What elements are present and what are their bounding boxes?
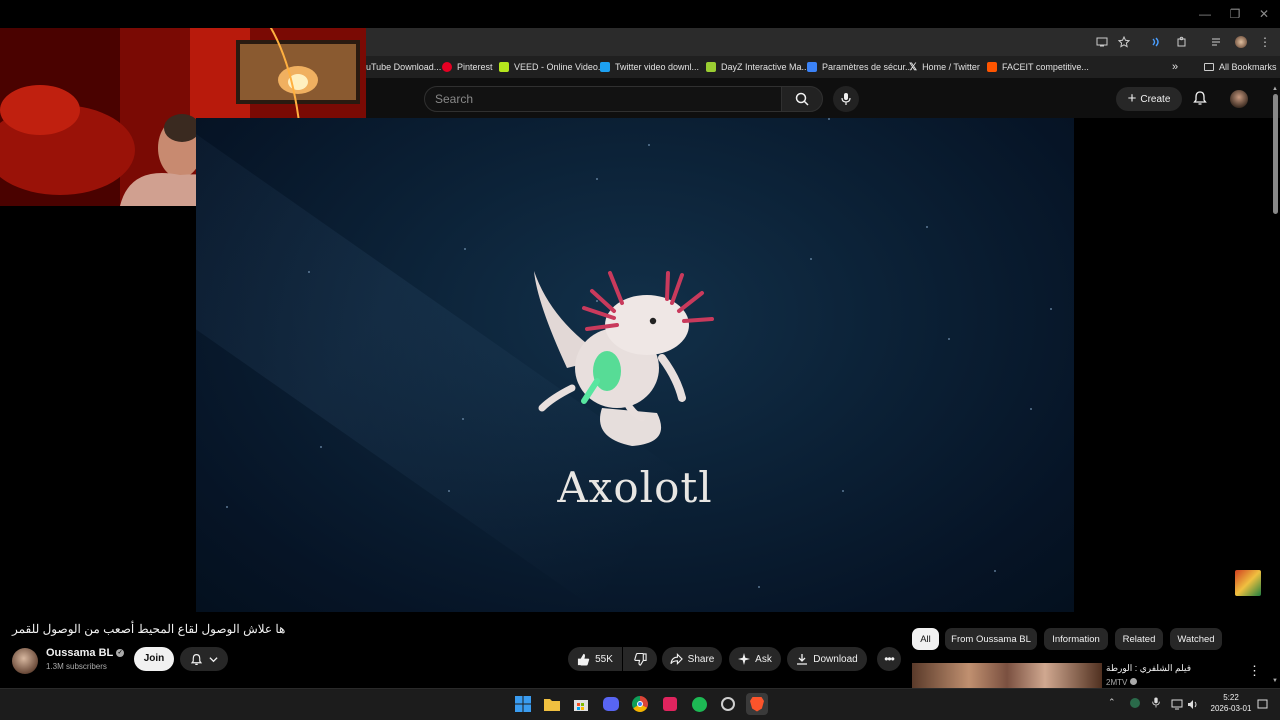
chip-information[interactable]: Information (1044, 628, 1108, 650)
account-avatar[interactable] (1230, 90, 1248, 108)
suggested-video-channel: 2MTV (1106, 678, 1137, 687)
download-icon (797, 654, 808, 665)
share-button[interactable]: Share (662, 647, 722, 671)
spotify-icon[interactable] (688, 693, 710, 715)
axolotl-illustration (534, 271, 714, 446)
like-button[interactable]: 55K (568, 647, 622, 671)
more-horizontal-icon: ••• (884, 652, 895, 666)
x-logo-icon: 𝕏 (909, 61, 918, 73)
steam-like-icon[interactable] (717, 693, 739, 715)
chip-watched[interactable]: Watched (1170, 628, 1222, 650)
bookmarks-bar: uTube Download... Pinterest VEED - Onlin… (366, 56, 1280, 78)
chip-all[interactable]: All (912, 628, 939, 650)
media-control-icon[interactable] (1207, 32, 1227, 52)
join-button[interactable]: Join (134, 647, 174, 671)
address-bar[interactable]: ⋮ (366, 28, 1280, 56)
restore-icon[interactable]: ❐ (1222, 4, 1248, 24)
verified-badge-icon (1129, 678, 1137, 685)
search-input[interactable]: Search (424, 86, 782, 112)
pinterest-icon (442, 62, 452, 72)
notifications-bell-icon[interactable] (1192, 90, 1210, 108)
bookmark-item[interactable]: 𝕏 Home / Twitter (909, 56, 980, 78)
all-bookmarks[interactable]: All Bookmarks (1204, 56, 1277, 78)
microphone-icon (841, 93, 851, 105)
chevron-down-icon (209, 656, 218, 662)
volume-icon[interactable] (1187, 697, 1199, 715)
settings-page-icon (807, 62, 817, 72)
store-icon[interactable] (570, 693, 592, 715)
profile-avatar-icon[interactable] (1231, 32, 1251, 52)
bookmark-item[interactable]: uTube Download... (366, 56, 441, 78)
voice-search-button[interactable] (833, 86, 859, 112)
video-player[interactable]: Axolotl (196, 118, 1074, 612)
bookmark-star-icon[interactable] (1114, 32, 1134, 52)
bell-icon (190, 653, 203, 665)
tray-microphone-icon[interactable] (1151, 696, 1161, 714)
more-actions-button[interactable]: ••• (877, 647, 901, 671)
ask-button[interactable]: Ask (729, 647, 781, 671)
discord-icon[interactable] (600, 693, 622, 715)
network-icon[interactable] (1171, 697, 1183, 715)
scroll-down-icon[interactable]: ▼ (1272, 678, 1278, 684)
thumbs-up-icon (578, 653, 590, 666)
suggested-more-icon[interactable]: ⋮ (1248, 663, 1261, 679)
dislike-button[interactable] (623, 647, 657, 671)
subscription-bell-button[interactable] (180, 647, 228, 671)
download-button[interactable]: Download (787, 647, 867, 671)
suggested-video-thumbnail[interactable] (912, 663, 1102, 688)
search-button[interactable] (781, 86, 823, 112)
search-icon (795, 92, 809, 106)
tray-app-icon[interactable] (1130, 698, 1140, 708)
notification-center-icon[interactable] (1257, 697, 1268, 715)
page-scrollbar[interactable]: ▲ ▼ (1270, 86, 1280, 686)
share-icon (670, 653, 683, 665)
bookmark-item[interactable]: VEED - Online Video... (499, 56, 605, 78)
bookmark-item[interactable]: Pinterest (442, 56, 493, 78)
pocket-app-icon[interactable] (659, 693, 681, 715)
chip-from-channel[interactable]: From Oussama BL (945, 628, 1037, 650)
minimize-icon[interactable]: — (1192, 4, 1218, 24)
channel-name[interactable]: Oussama BL ✓ (46, 647, 125, 659)
subscriber-count: 1.3M subscribers (46, 662, 107, 671)
bookmark-item[interactable]: Twitter video downl... (600, 56, 699, 78)
taskbar-clock[interactable]: 5:22 2026-03-01 (1206, 692, 1256, 714)
browser-titlebar: — ❐ ✕ (0, 0, 1280, 28)
brave-icon[interactable] (746, 693, 768, 715)
file-explorer-icon[interactable] (541, 693, 563, 715)
dayz-icon (706, 62, 716, 72)
video-overlay-title: Axolotl (557, 463, 713, 512)
bookmark-item[interactable]: Paramètres de sécur... (807, 56, 913, 78)
scroll-up-icon[interactable]: ▲ (1272, 86, 1278, 92)
folder-icon (1204, 63, 1214, 71)
bookmark-item[interactable]: DayZ Interactive Ma... (706, 56, 809, 78)
faceit-icon (987, 62, 997, 72)
puzzle-icon[interactable] (1172, 32, 1192, 52)
thumbs-down-icon (633, 652, 647, 666)
chrome-icon[interactable] (629, 693, 651, 715)
tray-overflow-icon[interactable]: ⌃ (1108, 697, 1116, 708)
suggested-video-title[interactable]: فيلم الشلفري : الورطة (1106, 663, 1191, 674)
windows-start-icon[interactable] (512, 693, 534, 715)
verified-badge-icon: ✓ (116, 649, 125, 658)
create-button[interactable]: + Create (1116, 87, 1182, 111)
sparkle-icon (738, 653, 751, 665)
bookmark-item[interactable]: FACEIT competitive... (987, 56, 1089, 78)
plus-icon: + (1127, 90, 1137, 107)
close-icon[interactable]: ✕ (1251, 4, 1277, 24)
extension-icon[interactable] (1146, 32, 1166, 52)
veed-icon (499, 62, 509, 72)
scrollbar-thumb[interactable] (1273, 94, 1278, 214)
chip-related[interactable]: Related (1115, 628, 1163, 650)
video-title: ها علاش الوصول لقاع المحيط أصعب من الوصو… (12, 622, 286, 636)
channel-avatar[interactable] (12, 648, 38, 674)
mini-channel-thumbnail[interactable] (1235, 570, 1261, 596)
bookmarks-overflow-icon[interactable]: » (1172, 56, 1178, 78)
twitter-icon (600, 62, 610, 72)
install-app-icon[interactable] (1092, 32, 1112, 52)
more-menu-icon[interactable]: ⋮ (1255, 32, 1275, 52)
